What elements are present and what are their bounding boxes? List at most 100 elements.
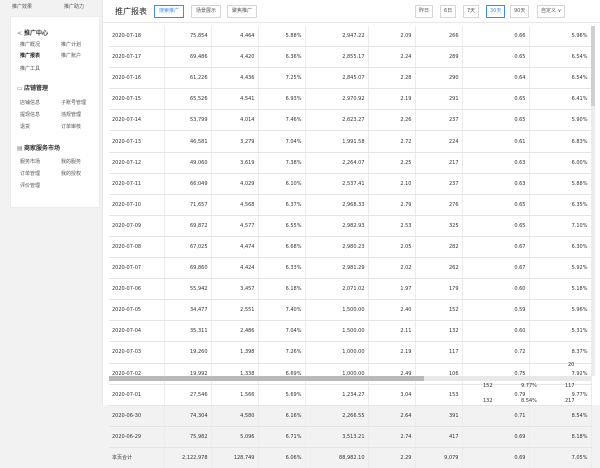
table-cell: 75,982 — [164, 426, 212, 448]
table-row: 2020-07-03 19,260 1,398 7.26% 1,000.00 2.19 11… — [109, 341, 592, 364]
sidebar-item-order-review[interactable]: 订单审核 — [61, 123, 81, 130]
sidebar-item-orders[interactable]: 订单管理 — [20, 170, 40, 177]
table-cell: 152 — [415, 299, 463, 322]
sidebar-item-my-service[interactable]: 我的服务 — [61, 158, 81, 165]
table-cell: 2,947.22 — [305, 26, 369, 48]
table-cell: 291 — [415, 88, 463, 111]
overflow-cell: 217 — [565, 398, 575, 404]
date-7d-button[interactable]: 7天 — [463, 5, 480, 18]
table-cell: 6.71% — [258, 426, 306, 448]
table-cell: 2,845.07 — [305, 67, 369, 90]
date-cell: 2020-07-05 — [109, 299, 165, 322]
table-cell: 4,436 — [211, 67, 259, 90]
table-cell: 217 — [415, 152, 463, 174]
table-cell: 1,500.00 — [305, 299, 369, 322]
table-cell: 4,420 — [211, 46, 259, 69]
date-6d-button[interactable]: 6日 — [440, 5, 457, 18]
table-cell: 1,000.00 — [305, 341, 369, 364]
table-cell: 53,799 — [164, 109, 212, 132]
table-cell: 4,014 — [211, 109, 259, 132]
sidebar-item-account[interactable]: 推广账户 — [61, 52, 81, 59]
table-cell: 6.00% — [529, 152, 592, 174]
sidebar-item-tools[interactable]: 推广工具 — [20, 65, 40, 72]
sidebar-item-shop-info[interactable]: 店铺信息 — [20, 99, 40, 106]
sidebar-item-withdraw[interactable]: 提现信息 — [20, 111, 40, 118]
page-title: 推广报表 — [115, 7, 147, 16]
table-cell: 2.11 — [368, 320, 416, 343]
top-link-effect[interactable]: 推广效果 — [12, 3, 32, 10]
date-cell: 2020-07-01 — [109, 384, 165, 406]
table-total-row: 本页合计 2,122,978 128,749 6.06% 88,982.10 2.29 9,… — [109, 447, 592, 468]
tab-scene-display[interactable]: 场景展示 — [191, 5, 222, 18]
report-table-container: 2020-07-18 75,854 4,464 5.88% 2,947.22 2.09 26… — [109, 26, 592, 468]
vertical-scroll-thumb[interactable] — [591, 26, 595, 106]
sidebar-item-authorization[interactable]: 我的授权 — [61, 170, 81, 177]
horizontal-scroll-thumb[interactable] — [109, 376, 424, 381]
table-cell: 66,049 — [164, 173, 212, 195]
table-cell: 2.72 — [368, 130, 416, 153]
table-cell: 6.10% — [258, 173, 306, 195]
total-label-cell: 本页合计 — [109, 447, 165, 468]
sidebar-item-overview[interactable]: 推广概况 — [20, 41, 40, 48]
sidebar-item-reviews[interactable]: 评价管理 — [20, 182, 40, 189]
date-90d-button[interactable]: 90天 — [510, 5, 530, 18]
table-cell: 5.92% — [529, 257, 592, 280]
table-row: 2020-07-07 69,860 4,424 6.33% 2,981.29 2.02 26… — [109, 257, 592, 280]
table-cell: 132 — [415, 320, 463, 343]
table-cell: 0.67 — [462, 257, 530, 280]
overflow-cell: 132 — [483, 398, 493, 404]
table-cell: 2.29 — [368, 447, 416, 468]
table-cell: 276 — [415, 194, 463, 216]
table-cell: 224 — [415, 130, 463, 153]
sidebar-item-violation[interactable]: 违规管理 — [61, 111, 81, 118]
table-cell: 0.69 — [462, 447, 530, 468]
sidebar-item-plan[interactable]: 推广计划 — [61, 41, 81, 48]
date-cell: 2020-06-29 — [109, 426, 165, 448]
table-row: 2020-07-08 67,025 4,474 6.68% 2,980.23 2.05 28… — [109, 236, 592, 259]
sidebar: < 推广中心 推广概况 推广计划 推广报表 推广账户 推广工具 ▭店铺管理 店铺信… — [10, 16, 100, 208]
horizontal-scrollbar[interactable] — [109, 376, 591, 381]
sidebar-section-shop[interactable]: ▭店铺管理 — [17, 83, 48, 92]
table-cell: 7.25% — [258, 67, 306, 90]
table-cell: 2.40 — [368, 299, 416, 322]
table-cell: 1,500.00 — [305, 320, 369, 343]
table-cell: 282 — [415, 236, 463, 259]
table-cell: 417 — [415, 426, 463, 448]
table-cell: 2.10 — [368, 173, 416, 195]
table-row: 2020-06-30 74,304 4,580 6.16% 2,266.55 2.64 39… — [109, 405, 592, 427]
table-cell: 153 — [415, 384, 463, 406]
table-cell: 8.18% — [529, 426, 592, 448]
table-cell: 2.02 — [368, 257, 416, 280]
table-cell: 4,577 — [211, 215, 259, 237]
sidebar-section-promo[interactable]: < 推广中心 — [17, 28, 48, 37]
table-cell: 2,968.33 — [305, 194, 369, 216]
table-cell: 2,122,978 — [164, 447, 212, 468]
sidebar-section-market[interactable]: ▤商家服务市场 — [17, 143, 60, 152]
date-cell: 2020-07-09 — [109, 215, 165, 237]
table-cell: 6.68% — [258, 236, 306, 259]
date-30d-button[interactable]: 30天 — [486, 5, 506, 18]
table-cell: 69,860 — [164, 257, 212, 280]
top-link-assist[interactable]: 推广助力 — [64, 3, 84, 10]
table-cell: 0.61 — [462, 130, 530, 153]
table-cell: 0.65 — [462, 194, 530, 216]
table-cell: 4,568 — [211, 194, 259, 216]
table-row: 2020-07-10 71,657 4,568 6.37% 2,968.33 2.79 27… — [109, 194, 592, 216]
table-cell: 2,264.07 — [305, 152, 369, 174]
sidebar-item-subaccount[interactable]: 子账号管理 — [61, 99, 86, 106]
table-cell: 5.96% — [529, 299, 592, 322]
table-cell: 2.74 — [368, 426, 416, 448]
table-cell: 46,581 — [164, 130, 212, 153]
tab-focus-promo[interactable]: 聚焦推广 — [227, 5, 258, 18]
tab-search-promo[interactable]: 搜索推广 — [154, 5, 185, 18]
sidebar-item-market[interactable]: 服务市场 — [20, 158, 40, 165]
date-custom-dropdown[interactable]: 自定义 ∨ — [537, 5, 566, 18]
table-row: 2020-07-09 69,872 4,577 6.55% 2,982.93 2.53 32… — [109, 215, 592, 237]
sidebar-item-report[interactable]: 推广报表 — [20, 52, 40, 59]
vertical-scrollbar[interactable] — [591, 26, 595, 376]
table-cell: 237 — [415, 109, 463, 132]
date-cell: 2020-07-03 — [109, 341, 165, 364]
table-cell: 65,526 — [164, 88, 212, 111]
date-yesterday-button[interactable]: 昨日 — [415, 5, 434, 18]
sidebar-item-returns[interactable]: 退货 — [20, 123, 30, 130]
